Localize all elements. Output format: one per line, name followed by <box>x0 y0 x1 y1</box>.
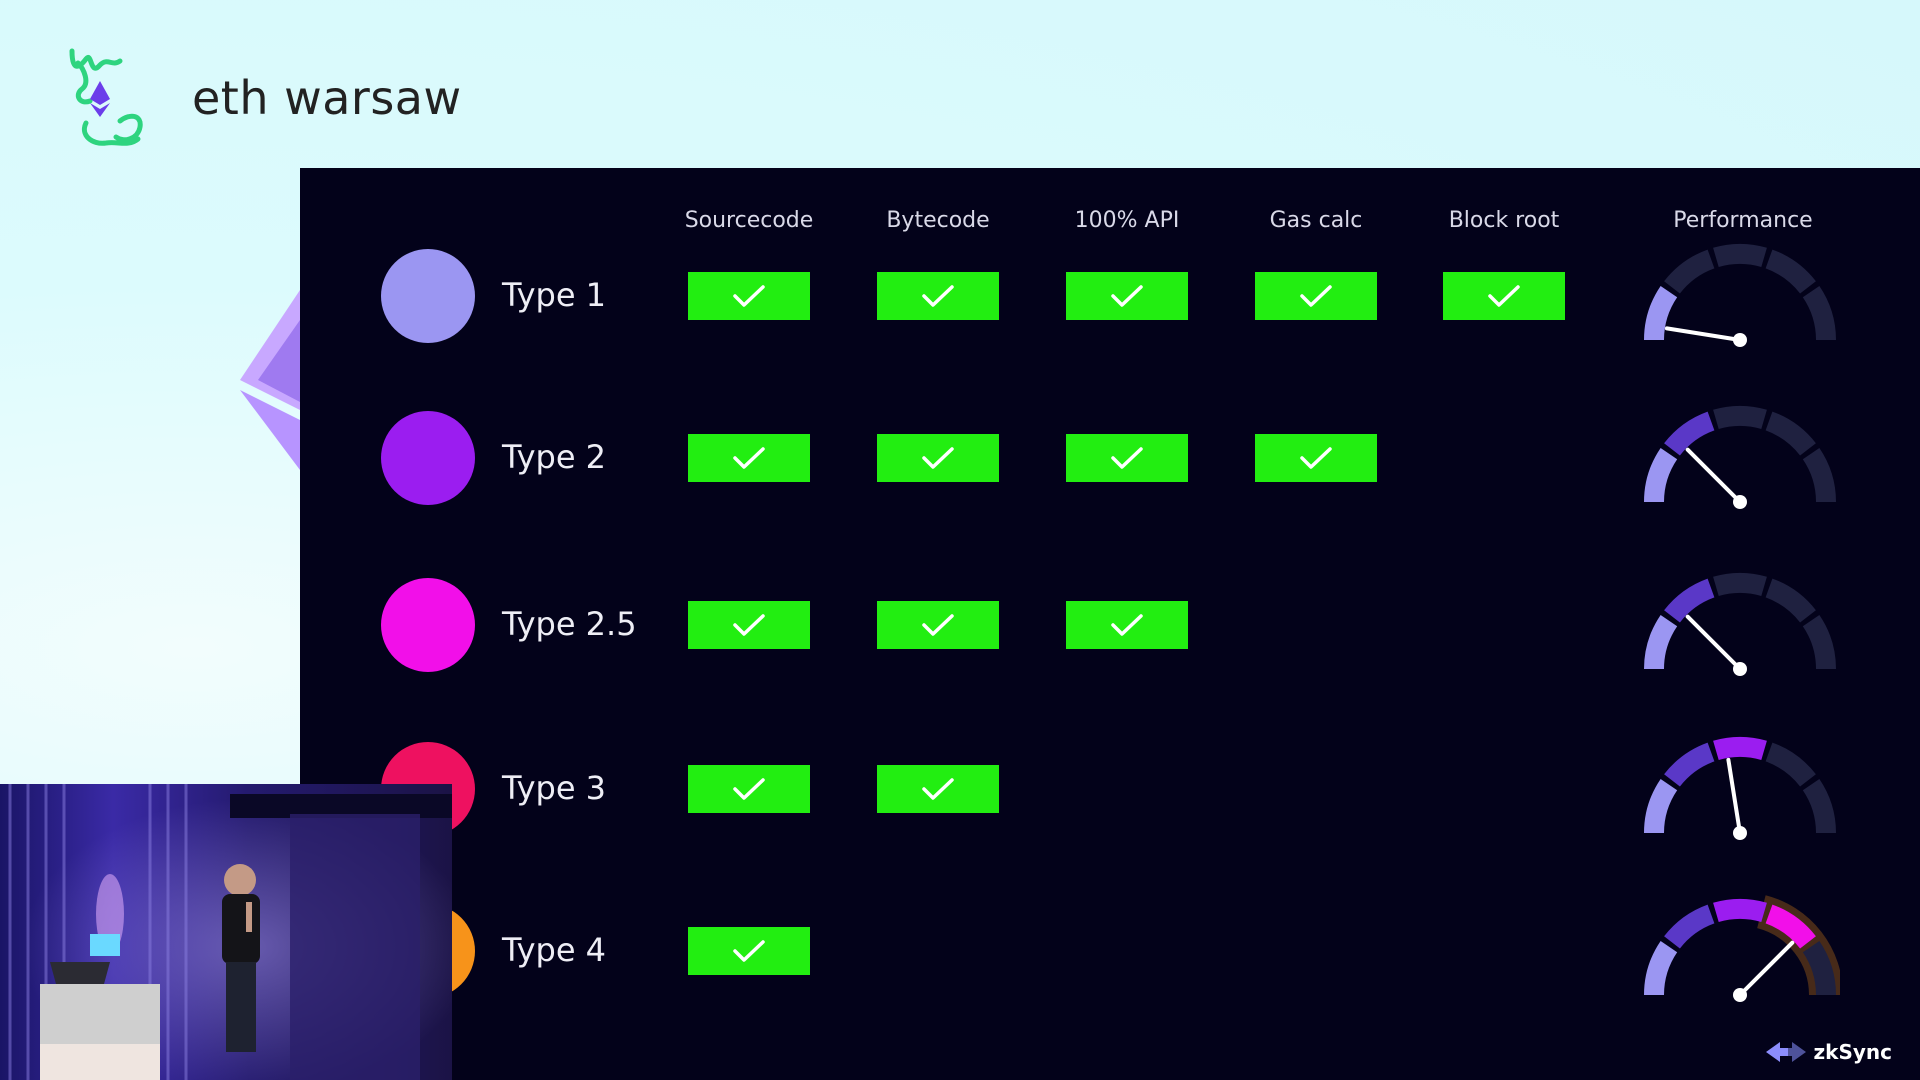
gauge-segment <box>1802 285 1836 341</box>
column-header: 100% API <box>1074 208 1180 233</box>
type-row: Type 3 <box>300 737 1920 840</box>
gauge-segment <box>1713 244 1767 268</box>
checkmark-icon <box>1300 285 1332 307</box>
gauge-segment <box>1765 411 1816 456</box>
gauge-hub <box>1733 495 1747 509</box>
type-color-dot <box>381 249 475 343</box>
column-header: Bytecode <box>886 208 990 233</box>
gauge-segment <box>1713 737 1767 761</box>
checkmark-cell <box>1255 272 1377 320</box>
checkmark-icon <box>733 778 765 800</box>
column-header: Sourcecode <box>684 208 814 233</box>
gauge-segment <box>1765 578 1816 623</box>
gauge-segment <box>1664 742 1715 787</box>
checkmark-icon <box>1488 285 1520 307</box>
checkmark-cell <box>877 272 999 320</box>
checkmark-cell <box>877 601 999 649</box>
checkmark-cell <box>1066 601 1188 649</box>
checkmark-icon <box>922 614 954 636</box>
comparison-slide: Sourcecode Bytecode 100% API Gas calc Block … <box>300 168 1920 1080</box>
type-color-dot <box>381 578 475 672</box>
eth-warsaw-logo-icon <box>60 43 170 153</box>
gauge-segment <box>1664 904 1715 949</box>
column-header: Block root <box>1448 208 1560 233</box>
checkmark-cell <box>877 434 999 482</box>
checkmark-cell <box>1255 434 1377 482</box>
checkmark-cell <box>688 601 810 649</box>
type-label: Type 2.5 <box>502 605 637 643</box>
zksync-logo-text: zkSync <box>1813 1040 1892 1064</box>
zksync-logo-icon <box>1765 1042 1806 1062</box>
performance-gauge <box>1644 737 1836 840</box>
gauge-segment <box>1644 447 1678 503</box>
performance-gauge <box>1644 573 1836 676</box>
gauge-segment <box>1765 742 1816 787</box>
type-label: Type 3 <box>502 769 607 807</box>
zksync-logo: zkSync <box>1765 1040 1892 1064</box>
gauge-segment <box>1713 573 1767 597</box>
gauge-segment <box>1713 899 1767 923</box>
checkmark-icon <box>1111 614 1143 636</box>
checkmark-cell <box>1066 272 1188 320</box>
checkmark-icon <box>922 778 954 800</box>
speaker-video <box>0 784 452 1080</box>
checkmark-icon <box>733 447 765 469</box>
checkmark-icon <box>1111 447 1143 469</box>
checkmark-icon <box>733 614 765 636</box>
checkmark-icon <box>922 447 954 469</box>
gauge-segment <box>1644 614 1678 670</box>
performance-gauge <box>1644 406 1836 509</box>
gauge-hub <box>1733 988 1747 1002</box>
type-row: Type 1 <box>300 244 1920 347</box>
performance-gauge <box>1644 244 1836 347</box>
gauge-hub <box>1733 826 1747 840</box>
gauge-segment <box>1644 778 1678 834</box>
gauge-segment <box>1644 285 1678 341</box>
brand-name: eth warsaw <box>192 71 462 125</box>
gauge-segment <box>1664 411 1715 456</box>
checkmark-cell <box>877 765 999 813</box>
checkmark-cell <box>1066 434 1188 482</box>
gauge-needle <box>1738 940 1795 997</box>
gauge-needle <box>1664 326 1742 342</box>
gauge-hub <box>1733 333 1747 347</box>
type-label: Type 2 <box>502 438 607 476</box>
column-header: Performance <box>1673 208 1813 233</box>
type-color-dot <box>381 411 475 505</box>
checkmark-cell <box>688 927 810 975</box>
gauge-segment <box>1644 940 1678 996</box>
gauge-segment <box>1802 447 1836 503</box>
gauge-segment <box>1713 406 1767 430</box>
checkmark-icon <box>922 285 954 307</box>
gauge-needle <box>1685 447 1742 504</box>
column-header: Gas calc <box>1269 208 1363 233</box>
ethereum-diamond-icon <box>240 290 300 470</box>
gauge-segment <box>1765 249 1816 294</box>
checkmark-icon <box>733 285 765 307</box>
gauge-hub <box>1733 662 1747 676</box>
checkmark-icon <box>1300 447 1332 469</box>
type-row: Type 4 <box>300 895 1920 1002</box>
checkmark-cell <box>688 434 810 482</box>
checkmark-icon <box>1111 285 1143 307</box>
type-label: Type 1 <box>502 276 607 314</box>
checkmark-cell <box>688 765 810 813</box>
gauge-needle <box>1726 757 1742 835</box>
performance-gauge <box>1644 895 1840 1002</box>
gauge-segment <box>1664 249 1715 294</box>
gauge-segment <box>1664 578 1715 623</box>
checkmark-cell <box>1443 272 1565 320</box>
gauge-needle <box>1685 614 1742 671</box>
type-row: Type 2.5 <box>300 573 1920 676</box>
gauge-segment <box>1802 778 1836 834</box>
type-row: Type 2 <box>300 406 1920 509</box>
checkmark-icon <box>733 940 765 962</box>
header: eth warsaw <box>60 38 462 158</box>
checkmark-cell <box>688 272 810 320</box>
gauge-segment <box>1802 614 1836 670</box>
type-label: Type 4 <box>502 931 607 969</box>
speaker-video-frame <box>0 784 452 1080</box>
